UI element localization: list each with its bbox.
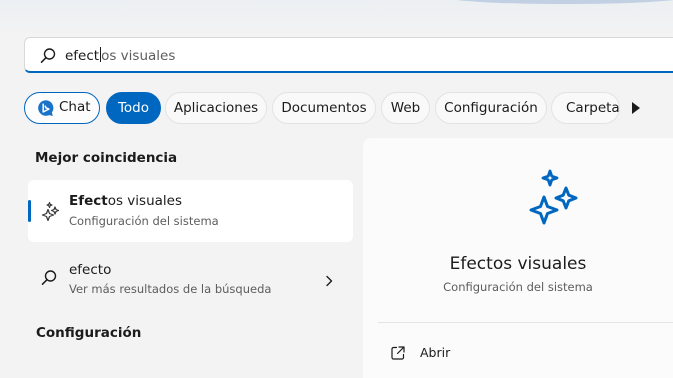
- search-box[interactable]: efect os visuales: [24, 37, 673, 73]
- sparkles-icon: [526, 168, 590, 236]
- selection-indicator: [28, 200, 31, 222]
- preview-title: Efectos visuales: [449, 254, 587, 274]
- best-match-heading: Mejor coincidencia: [35, 150, 178, 166]
- web-suggestion-title: efecto: [69, 262, 112, 278]
- search-autocomplete-text: os visuales: [101, 48, 176, 64]
- settings-section-heading: Configuración: [36, 325, 142, 341]
- preview-subtitle: Configuración del sistema: [443, 280, 593, 294]
- filter-documentos-button[interactable]: Documentos: [272, 92, 376, 124]
- search-icon: [40, 269, 58, 291]
- window-top-glow: [0, 0, 673, 36]
- sparkles-icon: [40, 201, 62, 227]
- filter-carpeta-button[interactable]: Carpeta: [551, 92, 620, 124]
- search-icon: [39, 47, 57, 69]
- filter-aplicaciones-button[interactable]: Aplicaciones: [165, 92, 267, 124]
- best-match-title: Efectos visuales: [69, 193, 182, 209]
- search-input[interactable]: efect os visuales: [65, 47, 175, 64]
- open-action-label: Abrir: [420, 345, 451, 360]
- best-match-subtitle: Configuración del sistema: [69, 214, 219, 228]
- web-search-suggestion[interactable]: efecto Ver más resultados de la búsqueda: [28, 253, 353, 303]
- divider: [378, 322, 673, 323]
- filter-web-button[interactable]: Web: [381, 92, 430, 124]
- preview-pane: Efectos visuales Configuración del siste…: [363, 138, 673, 378]
- play-arrow-icon[interactable]: [630, 100, 642, 119]
- chevron-right-icon[interactable]: [324, 272, 334, 291]
- bing-chat-icon: [37, 99, 55, 128]
- best-match-result[interactable]: Efectos visuales Configuración del siste…: [28, 180, 353, 242]
- web-suggestion-subtitle: Ver más resultados de la búsqueda: [69, 282, 272, 296]
- filter-configuracion-button[interactable]: Configuración: [435, 92, 547, 124]
- filter-chat-button[interactable]: Chat: [24, 92, 100, 124]
- open-external-icon: [390, 345, 406, 365]
- filter-chat-label: Chat: [59, 99, 91, 115]
- search-typed-text: efect: [65, 48, 100, 64]
- filter-todo-button[interactable]: Todo: [106, 92, 161, 124]
